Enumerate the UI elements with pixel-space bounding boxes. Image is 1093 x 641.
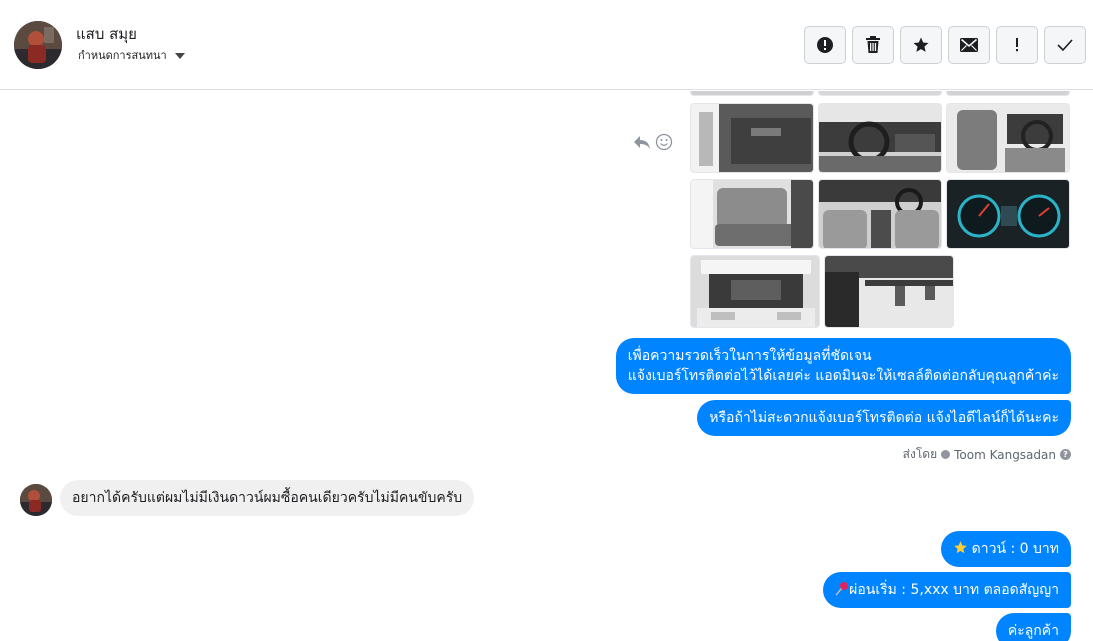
avatar[interactable]: [20, 484, 52, 516]
message-text: หรือถ้าไม่สะดวกแจ้งเบอร์โทรติดต่อ แจ้งไอ…: [709, 410, 1059, 426]
message-text: อยากได้ครับแต่ผมไม่มีเงินดาวน์ผมซื้อคนเด…: [72, 490, 463, 506]
photo-chassis[interactable]: [824, 255, 954, 328]
sent-by-agent[interactable]: Toom Kangsadan: [954, 448, 1056, 462]
sent-by-prefix: ส่งโดย: [902, 447, 938, 461]
photo-dashboard-steering[interactable]: [818, 103, 942, 173]
message-text-line: เพื่อความรวดเร็วในการให้ข้อมูลที่ชัดเจน: [627, 348, 872, 364]
photo-engine-bay[interactable]: [690, 255, 820, 328]
message-reactions-bar: [633, 133, 673, 151]
photo-cabin-wide[interactable]: [818, 179, 942, 249]
photo-front-seats[interactable]: [946, 103, 1070, 173]
mark-unread-button[interactable]: [948, 26, 990, 64]
exclamation-icon: [1016, 38, 1018, 52]
mark-done-button[interactable]: [1044, 26, 1086, 64]
help-icon[interactable]: ?: [1060, 449, 1071, 460]
inbox-conversation-view: แสบ สมุย กำหนดการสนทนา เพื่อความรวดเร็วใ…: [0, 0, 1093, 641]
star-icon: [913, 37, 929, 52]
conversation-actions: [804, 26, 1086, 64]
checkmark-icon: [1057, 39, 1073, 52]
photo-clipped-top[interactable]: [818, 91, 942, 96]
photo-door-panel[interactable]: [690, 103, 814, 173]
message-text-line: แจ้งเบอร์โทรติดต่อไว้ได้เลยค่ะ แอดมินจะใ…: [627, 368, 1059, 384]
conversation-header: แสบ สมุย กำหนดการสนทนา: [0, 0, 1093, 90]
page-badge-icon: [941, 450, 951, 459]
assign-conversation-label: กำหนดการสนทนา: [78, 49, 167, 62]
delete-button[interactable]: [852, 26, 894, 64]
message-outgoing: ค่ะลูกค้า: [995, 613, 1071, 641]
message-text: ดาวน์ : 0 บาท: [971, 541, 1059, 557]
star-button[interactable]: [900, 26, 942, 64]
photo-rear-seats[interactable]: [690, 179, 814, 249]
reply-icon[interactable]: [633, 134, 651, 150]
report-spam-button[interactable]: [804, 26, 846, 64]
message-outgoing: ดาวน์ : 0 บาท: [940, 531, 1071, 567]
message-incoming: อยากได้ครับแต่ผมไม่มีเงินดาวน์ผมซื้อคนเด…: [60, 480, 475, 516]
message-thread: เพื่อความรวดเร็วในการให้ข้อมูลที่ชัดเจน …: [0, 91, 1093, 641]
message-outgoing: เพื่อความรวดเร็วในการให้ข้อมูลที่ชัดเจน …: [615, 338, 1071, 394]
envelope-icon: [960, 38, 978, 52]
message-text: ผ่อนเริ่ม : 5,xxx บาท ตลอดสัญญา: [849, 582, 1059, 598]
follow-up-button[interactable]: [996, 26, 1038, 64]
pushpin-icon: [835, 582, 849, 596]
message-outgoing: หรือถ้าไม่สะดวกแจ้งเบอร์โทรติดต่อ แจ้งไอ…: [697, 400, 1071, 436]
photo-clipped-top[interactable]: [946, 91, 1070, 96]
message-text: ค่ะลูกค้า: [1007, 623, 1059, 639]
alert-circle-icon: [817, 37, 833, 53]
trash-icon: [866, 36, 880, 53]
sent-by-label: ส่งโดย Toom Kangsadan ?: [903, 445, 1071, 464]
avatar[interactable]: [14, 21, 62, 69]
caret-down-icon: [174, 52, 185, 59]
star-emoji-icon: [953, 541, 967, 554]
photo-clipped-top[interactable]: [690, 91, 814, 96]
contact-name: แสบ สมุย: [76, 25, 137, 43]
photo-gauges[interactable]: [946, 179, 1070, 249]
smiley-icon[interactable]: [655, 133, 673, 151]
assign-conversation-dropdown[interactable]: กำหนดการสนทนา: [78, 46, 185, 64]
message-outgoing: ผ่อนเริ่ม : 5,xxx บาท ตลอดสัญญา: [823, 572, 1071, 608]
